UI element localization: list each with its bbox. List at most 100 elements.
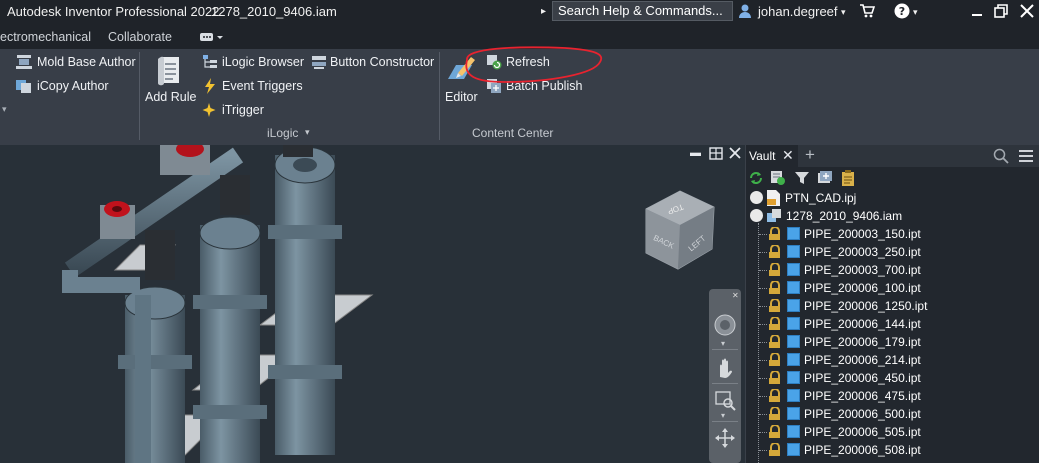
vault-add-icon[interactable] (817, 170, 833, 186)
search-expand-icon[interactable]: ▸ (541, 6, 546, 17)
clipboard-icon[interactable] (841, 170, 855, 186)
icopy-author-button[interactable]: iCopy Author (37, 79, 109, 93)
restore-icon[interactable] (994, 4, 1008, 21)
ilogic-panel-label[interactable]: iLogic (267, 126, 298, 140)
assembly-row[interactable]: 1278_2010_9406.iam (746, 207, 1039, 225)
lock-icon (769, 443, 780, 456)
lock-icon (769, 407, 780, 420)
add-tab-icon[interactable]: + (805, 145, 815, 165)
lock-icon (769, 281, 780, 294)
pan-icon[interactable] (714, 357, 736, 379)
part-name: PIPE_200006_144.ipt (804, 317, 921, 331)
list-item[interactable]: PIPE_200006_475.ipt (746, 387, 1039, 405)
steering-dropdown-icon[interactable]: ▾ (721, 339, 725, 348)
close-icon[interactable] (1020, 4, 1034, 21)
lock-icon (769, 425, 780, 438)
list-item[interactable]: PIPE_200003_250.ipt (746, 243, 1039, 261)
mold-base-author-button[interactable]: Mold Base Author (37, 55, 136, 69)
menu-icon[interactable] (1018, 149, 1034, 163)
part-icon (787, 281, 800, 294)
lock-icon (769, 335, 780, 348)
navbar-close-icon[interactable]: ✕ (732, 291, 739, 300)
part-name: PIPE_200003_250.ipt (804, 245, 921, 259)
status-dot (750, 191, 763, 204)
help-icon[interactable]: ? (894, 3, 910, 22)
user-name[interactable]: johan.degreef (758, 4, 838, 19)
list-item[interactable]: PIPE_200006_179.ipt (746, 333, 1039, 351)
viewport-close-icon[interactable] (729, 147, 741, 162)
event-triggers-button[interactable]: Event Triggers (222, 79, 303, 93)
lock-icon (769, 389, 780, 402)
viewport-minimize-icon[interactable]: ▬ (690, 147, 701, 159)
cart-icon[interactable] (859, 3, 876, 22)
vault-browser: Vault ✕ + PTN_CAD.ipj 1278_2010_9406.iam… (745, 145, 1039, 463)
tab-collaborate[interactable]: Collaborate (108, 30, 172, 44)
button-constructor-icon (311, 54, 327, 73)
search-input[interactable]: Search Help & Commands... (552, 1, 733, 21)
ribbon-separator (139, 52, 140, 140)
graphics-viewport[interactable]: ▬ TOP BACK LEFT ✕ ▾ ▾ (0, 145, 745, 463)
list-item[interactable]: PIPE_200006_1250.ipt (746, 297, 1039, 315)
list-item[interactable]: PIPE_200006_450.ipt (746, 369, 1039, 387)
list-item[interactable]: PIPE_200006_508.ipt (746, 441, 1039, 459)
part-name: PIPE_200006_500.ipt (804, 407, 921, 421)
viewport-tile-icon[interactable] (709, 147, 723, 163)
user-dropdown-icon[interactable]: ▾ (841, 7, 846, 18)
orbit-icon[interactable] (714, 427, 736, 449)
tab-electromechanical[interactable]: ectromechanical (0, 30, 91, 44)
filter-icon[interactable] (794, 170, 810, 186)
minimize-icon[interactable] (971, 2, 983, 21)
part-icon (787, 443, 800, 456)
ilogic-browser-icon (202, 54, 218, 73)
add-rule-button[interactable]: Add Rule (145, 90, 196, 104)
list-item[interactable]: PIPE_200006_144.ipt (746, 315, 1039, 333)
part-name: PIPE_200003_700.ipt (804, 263, 921, 277)
ribbon-separator (439, 52, 440, 140)
part-name: PIPE_200006_508.ipt (804, 443, 921, 457)
list-item[interactable]: PIPE_200006_505.ipt (746, 423, 1039, 441)
app-title: Autodesk Inventor Professional 2022 (7, 4, 220, 19)
title-bar: Autodesk Inventor Professional 2022 1278… (0, 0, 1039, 25)
list-item[interactable]: PIPE_200003_150.ipt (746, 225, 1039, 243)
vault-refresh-icon[interactable] (748, 170, 764, 186)
zoom-icon[interactable] (714, 389, 736, 411)
button-constructor-button[interactable]: Button Constructor (330, 55, 434, 69)
lock-icon (769, 317, 780, 330)
tab-overflow-icon[interactable] (199, 31, 225, 46)
search-icon[interactable] (993, 148, 1009, 164)
svg-text:?: ? (899, 5, 905, 18)
assembly-model[interactable] (0, 145, 745, 463)
mold-base-icon (15, 54, 33, 73)
part-name: PIPE_200006_1250.ipt (804, 299, 928, 313)
viewcube[interactable]: TOP BACK LEFT (638, 187, 720, 277)
ilogic-browser-button[interactable]: iLogic Browser (222, 55, 304, 69)
lock-icon (769, 299, 780, 312)
list-item[interactable]: PIPE_200006_100.ipt (746, 279, 1039, 297)
project-row[interactable]: PTN_CAD.ipj (746, 189, 1039, 207)
help-dropdown-icon[interactable]: ▾ (913, 7, 918, 18)
tab-vault[interactable]: Vault ✕ (746, 145, 798, 167)
vault-tab-close-icon[interactable]: ✕ (782, 147, 794, 164)
part-icon (787, 317, 800, 330)
list-item[interactable]: PIPE_200006_500.ipt (746, 405, 1039, 423)
status-dot (750, 209, 763, 222)
zoom-dropdown-icon[interactable]: ▾ (721, 411, 725, 420)
part-icon (787, 245, 800, 258)
itrigger-button[interactable]: iTrigger (222, 103, 264, 117)
ilogic-panel-dropdown-icon[interactable]: ▾ (305, 127, 310, 138)
lock-icon (769, 371, 780, 384)
list-item[interactable]: PIPE_200006_214.ipt (746, 351, 1039, 369)
panel-dropdown-icon[interactable]: ▾ (2, 104, 7, 115)
assembly-icon (767, 209, 781, 222)
red-annotation-ellipse (465, 46, 603, 83)
part-name: PIPE_200006_214.ipt (804, 353, 921, 367)
editor-button[interactable]: Editor (445, 90, 478, 104)
part-name: PIPE_200006_475.ipt (804, 389, 921, 403)
part-name: PIPE_200006_505.ipt (804, 425, 921, 439)
lock-icon (769, 245, 780, 258)
vault-checkin-icon[interactable] (770, 170, 786, 186)
assembly-name: 1278_2010_9406.iam (786, 209, 903, 223)
list-item[interactable]: PIPE_200003_700.ipt (746, 261, 1039, 279)
part-icon (787, 425, 800, 438)
steering-wheel-icon[interactable] (713, 313, 737, 337)
